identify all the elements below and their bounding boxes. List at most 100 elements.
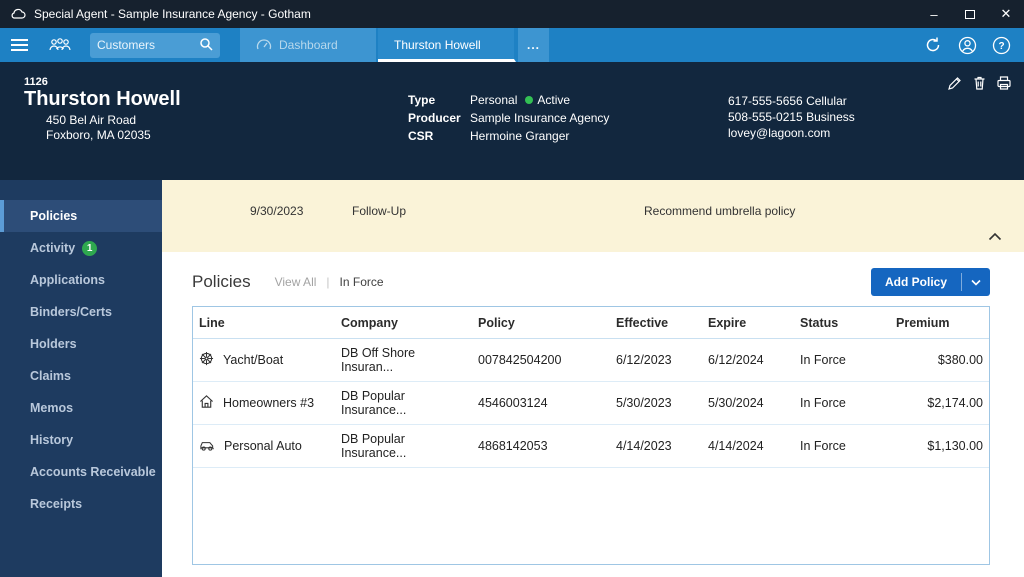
close-button[interactable]: ✕ bbox=[988, 0, 1024, 28]
email: lovey@lagoon.com bbox=[728, 125, 855, 141]
chevron-down-icon[interactable] bbox=[962, 268, 990, 296]
company-value: DB Popular Insurance... bbox=[335, 382, 472, 425]
reminder-type: Follow-Up bbox=[352, 204, 406, 218]
home-icon bbox=[199, 394, 214, 412]
sidebar: Policies Activity 1 Applications Binders… bbox=[0, 180, 162, 577]
effective-date: 4/14/2023 bbox=[610, 425, 702, 468]
reminder-banner: 9/30/2023 Follow-Up Recommend umbrella p… bbox=[162, 180, 1024, 252]
customer-name: Thurston Howell bbox=[24, 88, 181, 111]
body: Policies Activity 1 Applications Binders… bbox=[0, 180, 1024, 577]
maximize-button[interactable] bbox=[952, 0, 988, 28]
column-company: Company bbox=[335, 307, 472, 339]
sidebar-item-memos[interactable]: Memos bbox=[0, 392, 162, 424]
phone-business: 508-555-0215 Business bbox=[728, 109, 855, 125]
help-icon[interactable]: ? bbox=[988, 32, 1014, 58]
company-value: DB Off Shore Insuran... bbox=[335, 339, 472, 382]
policy-number: 4546003124 bbox=[472, 382, 610, 425]
app-window: Special Agent - Sample Insurance Agency … bbox=[0, 0, 1024, 577]
table-row[interactable]: Yacht/Boat DB Off Shore Insuran... 00784… bbox=[193, 339, 989, 382]
premium-value: $1,130.00 bbox=[890, 425, 989, 468]
policies-table-container: Line Company Policy Effective Expire Sta… bbox=[192, 306, 990, 565]
window-title: Special Agent - Sample Insurance Agency … bbox=[34, 7, 311, 21]
reminder-note: Recommend umbrella policy bbox=[644, 204, 795, 218]
collapse-banner-icon[interactable] bbox=[988, 230, 1002, 244]
sidebar-item-history[interactable]: History bbox=[0, 424, 162, 456]
customer-header: 1126 Thurston Howell 450 Bel Air Road Fo… bbox=[0, 62, 1024, 180]
type-label: Type bbox=[408, 93, 470, 107]
customer-number: 1126 bbox=[24, 76, 48, 88]
content: 9/30/2023 Follow-Up Recommend umbrella p… bbox=[162, 180, 1024, 577]
in-force-filter[interactable]: In Force bbox=[340, 275, 384, 289]
status-value: In Force bbox=[794, 425, 890, 468]
status-value: In Force bbox=[794, 339, 890, 382]
account-icon[interactable] bbox=[954, 32, 980, 58]
maximize-icon bbox=[965, 10, 975, 19]
more-tabs-button[interactable]: ... bbox=[518, 28, 549, 62]
customers-icon[interactable] bbox=[38, 28, 82, 62]
column-premium: Premium bbox=[890, 307, 989, 339]
minimize-button[interactable]: – bbox=[916, 0, 952, 28]
boat-icon bbox=[199, 351, 214, 369]
window-controls: – ✕ bbox=[916, 0, 1024, 28]
refresh-icon[interactable] bbox=[920, 32, 946, 58]
sidebar-item-claims[interactable]: Claims bbox=[0, 360, 162, 392]
tab-label: Dashboard bbox=[279, 38, 338, 52]
csr-value: Hermoine Granger bbox=[470, 129, 609, 143]
customer-meta: Type PersonalActive Producer Sample Insu… bbox=[408, 93, 609, 143]
table-header-row: Line Company Policy Effective Expire Sta… bbox=[193, 307, 989, 339]
filter-divider: | bbox=[326, 275, 329, 289]
open-tabs: Dashboard Thurston Howell bbox=[240, 28, 516, 62]
titlebar: Special Agent - Sample Insurance Agency … bbox=[0, 0, 1024, 28]
sidebar-item-activity[interactable]: Activity 1 bbox=[0, 232, 162, 264]
column-line: Line bbox=[193, 307, 335, 339]
expire-date: 4/14/2024 bbox=[702, 425, 794, 468]
policy-number: 4868142053 bbox=[472, 425, 610, 468]
menu-button[interactable] bbox=[0, 28, 38, 62]
sidebar-item-receipts[interactable]: Receipts bbox=[0, 488, 162, 520]
table-row[interactable]: Homeowners #3 DB Popular Insurance... 45… bbox=[193, 382, 989, 425]
status-value: In Force bbox=[794, 382, 890, 425]
tab-dashboard[interactable]: Dashboard bbox=[240, 28, 378, 62]
active-status-dot bbox=[525, 96, 533, 104]
producer-label: Producer bbox=[408, 111, 470, 125]
phone-cellular: 617-555-5656 Cellular bbox=[728, 93, 855, 109]
premium-value: $380.00 bbox=[890, 339, 989, 382]
policies-title: Policies bbox=[192, 272, 251, 292]
sidebar-item-policies[interactable]: Policies bbox=[0, 200, 162, 232]
line-value: Yacht/Boat bbox=[223, 353, 283, 367]
edit-icon[interactable] bbox=[947, 75, 963, 91]
sidebar-item-binders-certs[interactable]: Binders/Certs bbox=[0, 296, 162, 328]
svg-text:?: ? bbox=[998, 41, 1004, 52]
effective-date: 5/30/2023 bbox=[610, 382, 702, 425]
toolbar-right: ? bbox=[920, 28, 1024, 62]
search-icon[interactable] bbox=[199, 37, 213, 54]
status-text: Active bbox=[537, 93, 570, 107]
premium-value: $2,174.00 bbox=[890, 382, 989, 425]
activity-badge: 1 bbox=[82, 241, 97, 256]
app-logo-icon bbox=[10, 8, 26, 20]
producer-value: Sample Insurance Agency bbox=[470, 111, 609, 125]
customer-search[interactable] bbox=[90, 33, 220, 58]
customer-address-line1: 450 Bel Air Road bbox=[46, 113, 136, 127]
line-value: Personal Auto bbox=[224, 439, 302, 453]
type-value: PersonalActive bbox=[470, 93, 609, 107]
expire-date: 6/12/2024 bbox=[702, 339, 794, 382]
sidebar-item-holders[interactable]: Holders bbox=[0, 328, 162, 360]
company-value: DB Popular Insurance... bbox=[335, 425, 472, 468]
car-icon bbox=[199, 438, 215, 455]
effective-date: 6/12/2023 bbox=[610, 339, 702, 382]
reminder-date: 9/30/2023 bbox=[250, 204, 303, 218]
expire-date: 5/30/2024 bbox=[702, 382, 794, 425]
table-row[interactable]: Personal Auto DB Popular Insurance... 48… bbox=[193, 425, 989, 468]
sidebar-item-accounts-receivable[interactable]: Accounts Receivable bbox=[0, 456, 162, 488]
line-value: Homeowners #3 bbox=[223, 396, 314, 410]
search-input[interactable] bbox=[97, 38, 199, 52]
print-icon[interactable] bbox=[996, 75, 1012, 91]
delete-icon[interactable] bbox=[972, 75, 987, 91]
column-policy: Policy bbox=[472, 307, 610, 339]
add-policy-button[interactable]: Add Policy bbox=[871, 268, 990, 296]
sidebar-item-applications[interactable]: Applications bbox=[0, 264, 162, 296]
column-status: Status bbox=[794, 307, 890, 339]
tab-thurston-howell[interactable]: Thurston Howell bbox=[378, 28, 516, 62]
view-all-filter[interactable]: View All bbox=[275, 275, 317, 289]
